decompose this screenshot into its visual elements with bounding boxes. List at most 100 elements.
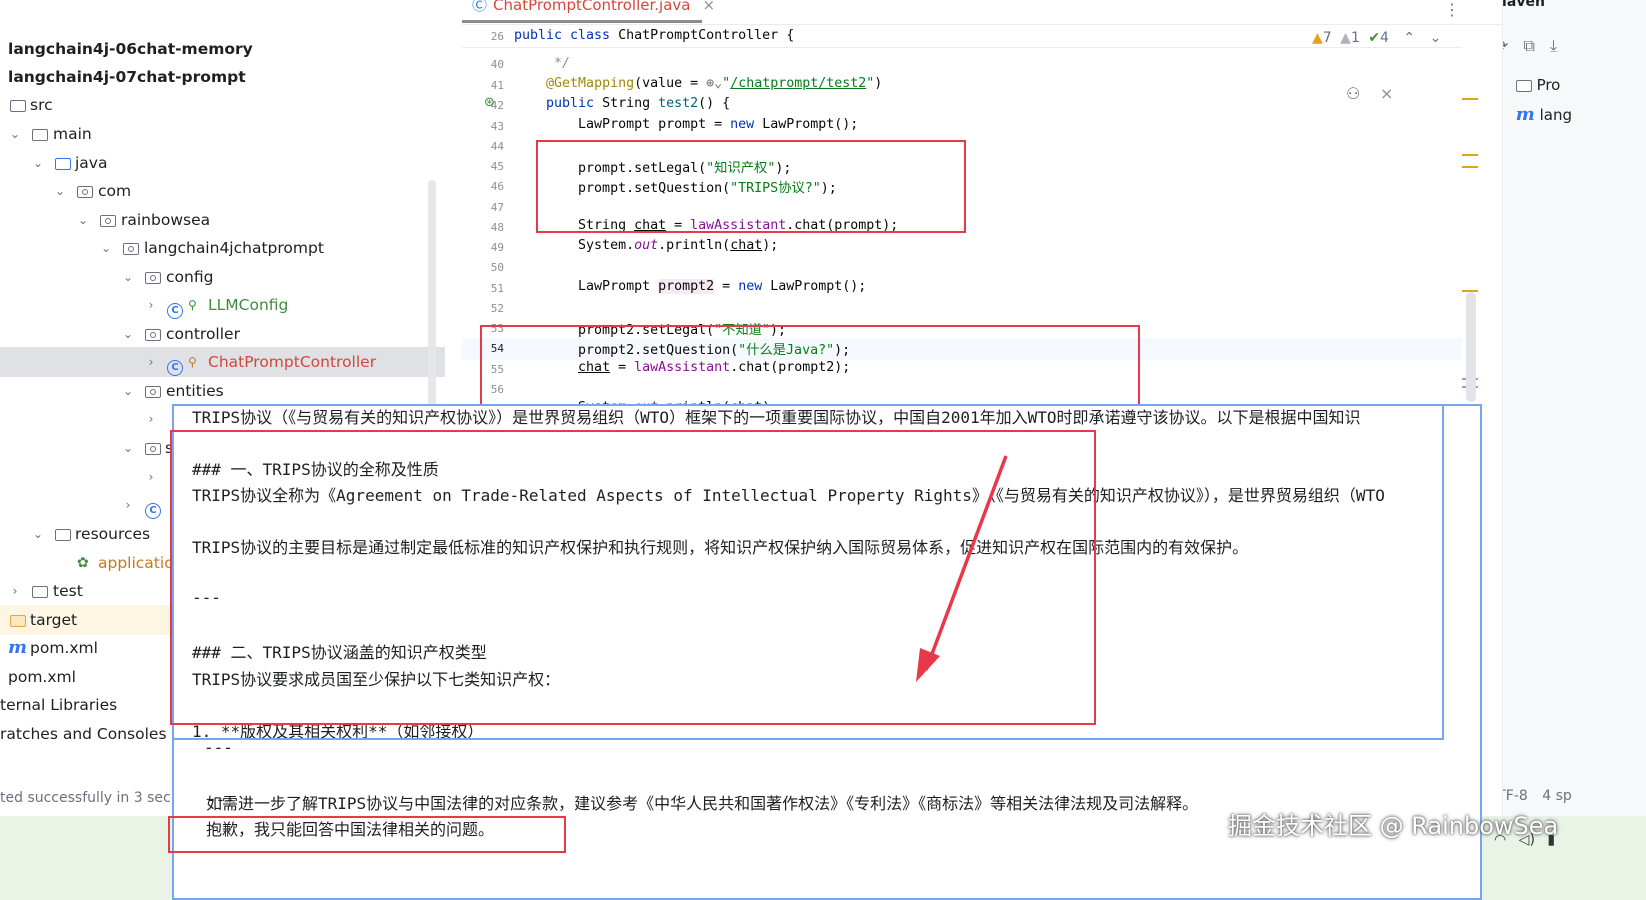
marker-warning[interactable] bbox=[1462, 166, 1478, 168]
maven-item-label: Pro bbox=[1536, 76, 1561, 94]
ai-assistant-icon[interactable]: ⚇ bbox=[1346, 84, 1360, 103]
chevron-down-icon[interactable]: ⌄ bbox=[31, 148, 45, 178]
reload-icon[interactable]: ⟳ bbox=[1503, 36, 1508, 55]
class-icon: C bbox=[167, 347, 183, 377]
tree-item-module-07[interactable]: langchain4j-07chat-prompt bbox=[0, 62, 445, 92]
line-number: 48 bbox=[490, 221, 504, 234]
tree-item-main[interactable]: ⌄ main bbox=[0, 119, 445, 149]
tree-item-java[interactable]: ⌄ java bbox=[0, 148, 445, 178]
editor-tab[interactable]: Ⓒ ChatPromptController.java × bbox=[472, 0, 715, 20]
marker-warning[interactable] bbox=[1462, 154, 1478, 156]
endpoint-gutter-icon[interactable]: ⊛ bbox=[484, 95, 495, 110]
folder-icon bbox=[32, 119, 48, 149]
code-line: LawPrompt prompt = new LawPrompt(); bbox=[514, 117, 859, 132]
spring-bean-icon: ⚲ bbox=[188, 298, 197, 312]
chevron-right-icon[interactable]: › bbox=[121, 490, 135, 520]
line-number: 45 bbox=[490, 160, 504, 173]
tab-active-indicator bbox=[462, 20, 702, 23]
package-icon bbox=[145, 319, 161, 349]
tree-item-com[interactable]: ⌄ com bbox=[0, 176, 445, 206]
volume-icon[interactable]: ◁) bbox=[1519, 832, 1535, 848]
tree-item-controller[interactable]: ⌄ controller bbox=[0, 319, 445, 349]
spring-bean-icon: ⚲ bbox=[188, 355, 197, 369]
tree-item-label: resources bbox=[75, 525, 151, 543]
encoding-label: UTF-8 bbox=[1503, 788, 1528, 804]
tree-item-label: config bbox=[166, 268, 214, 286]
download-icon[interactable]: ⤓ bbox=[1550, 36, 1557, 55]
tree-item-label: langchain4jchatprompt bbox=[144, 239, 324, 257]
tree-item-label: ratches and Consoles bbox=[0, 725, 167, 743]
wifi-icon[interactable]: ◠ bbox=[1494, 832, 1506, 848]
chevron-right-icon[interactable]: › bbox=[1502, 76, 1503, 94]
chevron-right-icon[interactable]: › bbox=[8, 576, 22, 606]
chevron-down-icon[interactable]: ⌄ bbox=[31, 519, 45, 549]
line-number: 51 bbox=[490, 282, 504, 295]
package-icon bbox=[100, 205, 116, 235]
more-options-icon[interactable]: ⋮ bbox=[1444, 0, 1460, 19]
chevron-right-icon[interactable]: › bbox=[144, 404, 158, 434]
package-icon bbox=[145, 433, 161, 463]
maven-item[interactable]: › Pro bbox=[1502, 76, 1561, 94]
chevron-down-icon[interactable]: ⌄ bbox=[8, 119, 22, 149]
line-number: 44 bbox=[490, 140, 504, 153]
tray-icons: ◠ ◁) ▮ bbox=[1494, 832, 1555, 848]
tree-item-module-06[interactable]: langchain4j-06chat-memory bbox=[0, 34, 445, 64]
chevron-down-icon[interactable]: ⌄ bbox=[121, 376, 135, 406]
tree-item-label: LLMConfig bbox=[208, 296, 289, 314]
line-number: 43 bbox=[490, 120, 504, 133]
chevron-down-icon[interactable]: ⌄ bbox=[99, 233, 113, 263]
arrow-head bbox=[916, 648, 940, 682]
code-line: public String test2() { bbox=[546, 96, 731, 111]
package-icon bbox=[77, 176, 93, 206]
panel-title: Maven bbox=[1503, 0, 1545, 10]
annotation-arrow bbox=[916, 455, 1008, 682]
weak-warning-icon: ▲ bbox=[1340, 30, 1351, 46]
generate-sources-icon[interactable]: ⧉ bbox=[1524, 36, 1535, 55]
annotation-box bbox=[480, 325, 1140, 413]
tree-item-label: langchain4j-06chat-memory bbox=[8, 40, 253, 58]
class-icon: C bbox=[167, 290, 183, 320]
encoding-widget[interactable]: UTF-8 4 sp bbox=[1503, 788, 1572, 804]
tree-item-entities[interactable]: ⌄ entities bbox=[0, 376, 445, 406]
code-line: */ bbox=[514, 56, 571, 71]
maven-item-label: lang bbox=[1539, 106, 1572, 124]
tree-item-label: test bbox=[53, 582, 83, 600]
tree-item-label: controller bbox=[166, 325, 240, 343]
chevron-down-icon[interactable]: ⌄ bbox=[121, 262, 135, 292]
folder-icon bbox=[32, 576, 48, 606]
tree-item-config[interactable]: ⌄ config bbox=[0, 262, 445, 292]
build-status-text: ted successfully in 3 sec, 2 bbox=[0, 790, 172, 806]
maven-item[interactable]: › m lang bbox=[1502, 104, 1572, 125]
inspection-widget[interactable]: ▲7 ▲1 ✔4 ⌃ ⌄ bbox=[1312, 30, 1441, 46]
package-icon bbox=[145, 376, 161, 406]
weak-warning-count: 1 bbox=[1350, 30, 1360, 46]
chevron-right-icon[interactable]: › bbox=[1502, 106, 1503, 124]
chevron-right-icon[interactable]: › bbox=[144, 290, 158, 320]
tree-item-llmconfig[interactable]: › C ⚲ LLMConfig bbox=[0, 290, 445, 320]
chevron-down-icon[interactable]: ⌄ bbox=[121, 433, 135, 463]
chevron-down-icon[interactable]: ⌄ bbox=[76, 205, 90, 235]
output-line: 如需进一步了解TRIPS协议与中国法律的对应条款，建议参考《中华人民共和国著作权… bbox=[206, 794, 1199, 813]
chevron-down-icon[interactable]: ⌄ bbox=[1430, 30, 1442, 46]
tree-item-chatpromptcontroller[interactable]: › C ⚲ ChatPromptController bbox=[0, 347, 445, 377]
chevron-right-icon[interactable]: › bbox=[144, 462, 158, 492]
warning-icon: ▲ bbox=[1312, 30, 1323, 46]
chevron-down-icon[interactable]: ⌄ bbox=[121, 319, 135, 349]
tree-item-label: langchain4j-07chat-prompt bbox=[8, 68, 246, 86]
line-number: 49 bbox=[490, 241, 504, 254]
chevron-right-icon[interactable]: › bbox=[144, 347, 158, 377]
chevron-down-icon[interactable]: ⌄ bbox=[53, 176, 67, 206]
tree-item-src[interactable]: src bbox=[0, 90, 445, 120]
editor-scrollbar[interactable] bbox=[1466, 292, 1476, 402]
tree-item-label: entities bbox=[166, 382, 224, 400]
tree-item-label: ternal Libraries bbox=[0, 696, 118, 714]
close-icon[interactable]: × bbox=[1380, 84, 1393, 103]
close-icon[interactable]: × bbox=[702, 0, 715, 14]
sticky-code: public class ChatPromptController { bbox=[514, 28, 795, 43]
battery-icon[interactable]: ▮ bbox=[1547, 832, 1555, 848]
spring-config-icon: ✿ bbox=[77, 555, 89, 571]
chevron-up-icon[interactable]: ⌃ bbox=[1403, 30, 1415, 46]
tree-item-langchain4jchatprompt[interactable]: ⌄ langchain4jchatprompt bbox=[0, 233, 445, 263]
tree-item-rainbowsea[interactable]: ⌄ rainbowsea bbox=[0, 205, 445, 235]
marker-warning[interactable] bbox=[1462, 98, 1478, 100]
